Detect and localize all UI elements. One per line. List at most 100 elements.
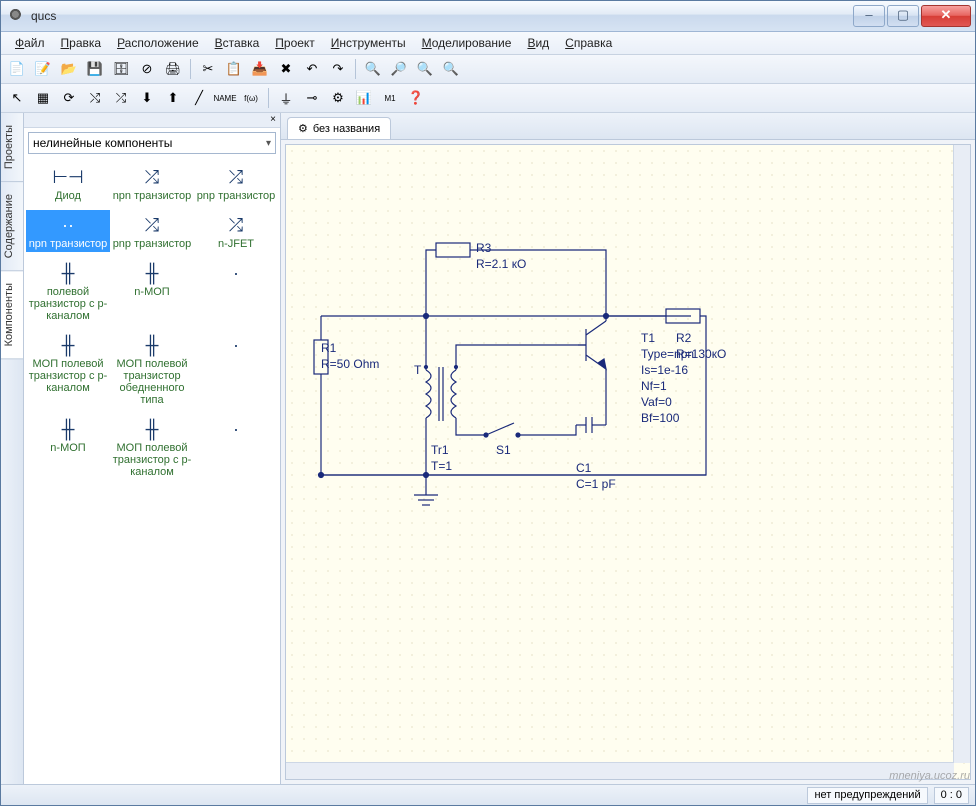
view-data-button[interactable]: 📊 [352, 86, 376, 110]
label-t1-vaf[interactable]: Vaf=0 [641, 395, 672, 409]
doc-tab-untitled[interactable]: ⚙ без названия [287, 117, 391, 139]
tab-projects[interactable]: Проекты [1, 113, 23, 182]
label-tr1-value[interactable]: T=1 [431, 459, 452, 473]
horizontal-scrollbar[interactable] [286, 762, 954, 779]
wire-tool[interactable]: ╱ [187, 86, 211, 110]
mirror-x-tool[interactable]: ⤭ [83, 86, 107, 110]
ground-tool[interactable]: ⏚ [274, 86, 298, 110]
open-button[interactable]: 📂 [57, 57, 81, 81]
app-icon [9, 8, 25, 24]
schematic-canvas[interactable]: R3 R=2.1 кО R1 R=50 Ohm R2 R=130кО T1 Ty… [285, 144, 971, 780]
rotate-tool[interactable]: ⟳ [57, 86, 81, 110]
print-button[interactable]: 🖨 [161, 57, 185, 81]
statusbar: нет предупреждений 0 : 0 [1, 784, 975, 805]
marker-tool[interactable]: M1 [378, 86, 402, 110]
menu-file[interactable]: Файл [7, 34, 53, 52]
zoom-in-button[interactable]: 🔍 [361, 57, 385, 81]
label-t1-is[interactable]: Is=1e-16 [641, 363, 688, 377]
component-label: МОП полевой транзистор с p-каналом [112, 442, 192, 478]
component-item[interactable]: ╫полевой транзистор с p-каналом [26, 258, 110, 324]
label-r3-name[interactable]: R3 [476, 241, 491, 255]
titlebar[interactable]: qucs – ▢ ✕ [1, 1, 975, 32]
zoom-out-button[interactable]: 🔎 [387, 57, 411, 81]
help-tool[interactable]: ❓ [404, 86, 428, 110]
component-label: npn транзистор [28, 238, 108, 250]
component-item[interactable]: ╫МОП полевой транзистор с p-каналом [110, 414, 194, 480]
menu-edit[interactable]: Правка [53, 34, 110, 52]
zoom-fit-button[interactable]: 🔍 [413, 57, 437, 81]
port-tool[interactable]: ⊸ [300, 86, 324, 110]
component-item[interactable]: · [194, 258, 278, 324]
label-r2-name[interactable]: R2 [676, 331, 691, 345]
label-s1-name[interactable]: S1 [496, 443, 511, 457]
new-button[interactable]: 📄 [5, 57, 29, 81]
save-all-button[interactable]: 🗄 [109, 57, 133, 81]
label-t1-type[interactable]: Type=npn [641, 347, 694, 361]
component-label: Диод [28, 190, 108, 202]
mirror-y-tool[interactable]: ⤮ [109, 86, 133, 110]
label-r1-value[interactable]: R=50 Ohm [321, 357, 379, 371]
component-item[interactable]: ╫n-МОП [110, 258, 194, 324]
minimize-button[interactable]: – [853, 5, 885, 27]
copy-button[interactable]: 📋 [222, 57, 246, 81]
label-c1-value[interactable]: C=1 pF [576, 477, 616, 491]
component-item[interactable]: ⤮npn транзистор [110, 162, 194, 204]
component-item[interactable]: ⤮pnp транзистор [194, 162, 278, 204]
menu-project[interactable]: Проект [267, 34, 323, 52]
simulate-button[interactable]: ⚙ [326, 86, 350, 110]
component-item[interactable]: ⊢⊣Диод [26, 162, 110, 204]
menu-insert[interactable]: Вставка [207, 34, 268, 52]
undo-button[interactable]: ↶ [300, 57, 324, 81]
menu-tools[interactable]: Инструменты [323, 34, 414, 52]
component-item[interactable]: ╫МОП полевой транзистор обедненного типа [110, 330, 194, 408]
component-item[interactable]: ╫n-МОП [26, 414, 110, 480]
move-down-tool[interactable]: ⬇ [135, 86, 159, 110]
app-window: qucs – ▢ ✕ Файл Правка Расположение Вста… [0, 0, 976, 806]
maximize-button[interactable]: ▢ [887, 5, 919, 27]
component-item[interactable]: ⤮n-JFET [194, 210, 278, 252]
move-up-tool[interactable]: ⬆ [161, 86, 185, 110]
label-tool[interactable]: NAME [213, 86, 237, 110]
category-combo[interactable]: нелинейные компоненты [28, 132, 276, 154]
watermark: mneniya.ucoz.ru [889, 770, 970, 782]
component-label: МОП полевой транзистор с p-каналом [28, 358, 108, 394]
menu-view[interactable]: Вид [519, 34, 557, 52]
gear-icon: ⚙ [298, 122, 308, 135]
zoom-11-button[interactable]: 🔍 [439, 57, 463, 81]
cut-button[interactable]: ✂ [196, 57, 220, 81]
menu-layout[interactable]: Расположение [109, 34, 207, 52]
component-item[interactable]: ⤮pnp транзистор [110, 210, 194, 252]
menu-simulation[interactable]: Моделирование [414, 34, 520, 52]
component-item[interactable]: ··npn транзистор [26, 210, 110, 252]
grid-tool[interactable]: ▦ [31, 86, 55, 110]
panel-close[interactable]: × [24, 113, 280, 128]
tab-components[interactable]: Компоненты [1, 271, 23, 359]
new-text-button[interactable]: 📝 [31, 57, 55, 81]
select-tool[interactable]: ↖ [5, 86, 29, 110]
component-item[interactable]: ╫МОП полевой транзистор с p-каналом [26, 330, 110, 408]
paste-button[interactable]: 📥 [248, 57, 272, 81]
window-title: qucs [31, 9, 56, 23]
label-tr1-name[interactable]: Tr1 [431, 443, 449, 457]
label-c1-name[interactable]: C1 [576, 461, 591, 475]
save-button[interactable]: 💾 [83, 57, 107, 81]
close-button[interactable]: ✕ [921, 5, 971, 27]
component-symbol-icon: ·· [28, 212, 108, 238]
component-label: МОП полевой транзистор обедненного типа [112, 358, 192, 406]
label-t1-bf[interactable]: Bf=100 [641, 411, 679, 425]
tab-contents[interactable]: Содержание [1, 182, 23, 271]
label-r3-value[interactable]: R=2.1 кО [476, 257, 526, 271]
label-r1-name[interactable]: R1 [321, 341, 336, 355]
label-t1-nf[interactable]: Nf=1 [641, 379, 667, 393]
label-t1-name[interactable]: T1 [641, 331, 655, 345]
delete-button[interactable]: ✖ [274, 57, 298, 81]
component-symbol-icon: · [196, 416, 276, 442]
equation-tool[interactable]: f(ω) [239, 86, 263, 110]
close-doc-button[interactable]: ⊘ [135, 57, 159, 81]
redo-button[interactable]: ↷ [326, 57, 350, 81]
canvas-area: ⚙ без названия [281, 113, 975, 784]
component-item[interactable]: · [194, 330, 278, 408]
vertical-scrollbar[interactable] [953, 145, 970, 763]
menu-help[interactable]: Справка [557, 34, 620, 52]
component-item[interactable]: · [194, 414, 278, 480]
